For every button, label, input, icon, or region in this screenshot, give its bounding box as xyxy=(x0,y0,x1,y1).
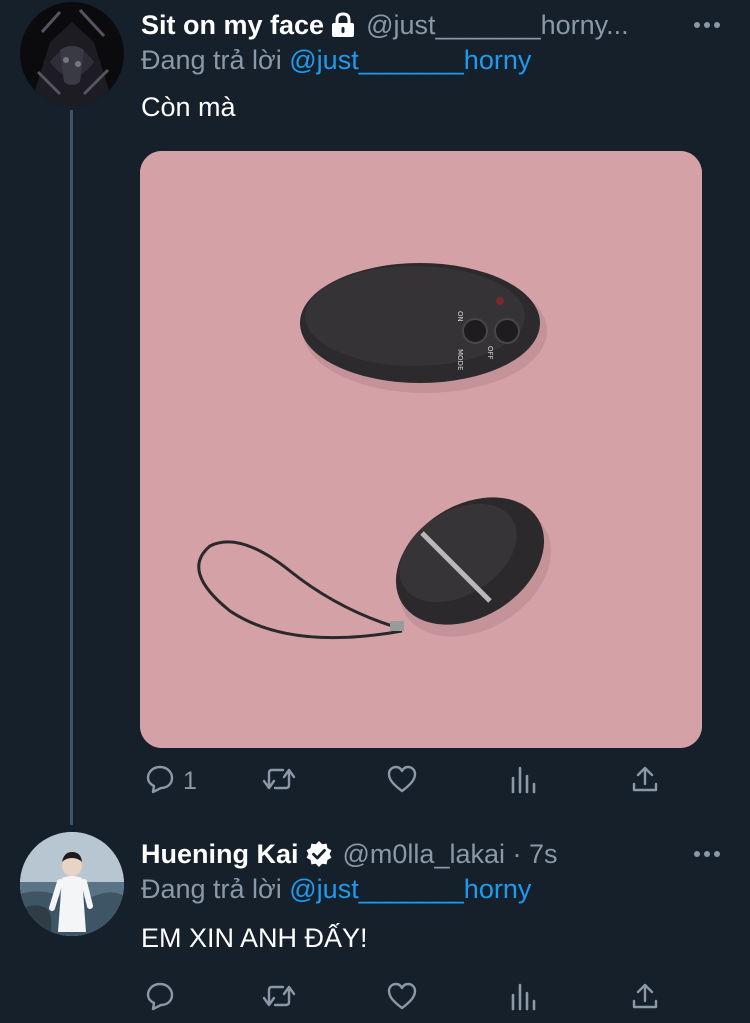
tweet-1[interactable]: Sit on my face @just_______horny... Đang… xyxy=(0,0,750,825)
reply-button[interactable]: 1 xyxy=(145,763,197,799)
tweet-2[interactable]: Huening Kai @m0lla_lakai · 7s Đang trả l… xyxy=(0,825,750,1023)
analytics-icon xyxy=(509,764,537,799)
retweet-button[interactable] xyxy=(261,980,297,1016)
replying-to-label: Đang trả lời xyxy=(141,874,290,904)
tweet-text: EM XIN ANH ĐẤY! xyxy=(141,923,368,953)
retweet-button[interactable] xyxy=(261,763,297,799)
tweet-header: Sit on my face @just_______horny... xyxy=(141,8,629,42)
avatar-image xyxy=(20,832,124,936)
reply-button[interactable] xyxy=(145,980,183,1016)
lock-icon xyxy=(330,12,356,38)
verified-icon xyxy=(305,840,333,868)
more-icon[interactable] xyxy=(694,837,720,871)
replying-to: Đang trả lời @just_______horny xyxy=(141,45,531,76)
reply-icon xyxy=(145,764,175,799)
like-icon xyxy=(386,764,418,799)
display-name[interactable]: Sit on my face xyxy=(141,10,324,41)
reply-count: 1 xyxy=(183,766,197,795)
analytics-icon xyxy=(509,981,537,1016)
like-icon xyxy=(386,981,418,1016)
tweet-media-image[interactable]: ON MODE OFF xyxy=(140,151,702,748)
reply-mention-link[interactable]: @just_______horny xyxy=(289,45,531,75)
share-button[interactable] xyxy=(631,763,659,799)
retweet-icon xyxy=(261,764,297,799)
reply-icon xyxy=(145,981,175,1016)
tweet-text: Còn mà xyxy=(141,92,236,122)
avatar-image xyxy=(20,2,124,106)
replying-to-label: Đang trả lời xyxy=(141,45,290,75)
svg-text:ON: ON xyxy=(456,311,464,322)
replying-to: Đang trả lời @just_______horny xyxy=(141,874,531,905)
tweet-header: Huening Kai @m0lla_lakai · 7s xyxy=(141,837,558,871)
retweet-icon xyxy=(261,981,297,1016)
svg-text:OFF: OFF xyxy=(486,346,494,360)
product-photo: ON MODE OFF xyxy=(140,151,702,748)
share-icon xyxy=(631,981,659,1016)
avatar[interactable] xyxy=(20,832,124,936)
display-name[interactable]: Huening Kai xyxy=(141,839,299,870)
like-button[interactable] xyxy=(386,980,418,1016)
avatar[interactable] xyxy=(20,2,124,106)
analytics-button[interactable] xyxy=(509,980,537,1016)
analytics-button[interactable] xyxy=(509,763,537,799)
share-icon xyxy=(631,764,659,799)
svg-text:MODE: MODE xyxy=(456,349,464,370)
like-button[interactable] xyxy=(386,763,418,799)
tweet-actions: 1 xyxy=(141,763,681,799)
handle[interactable]: @just_______horny... xyxy=(366,10,629,41)
more-icon[interactable] xyxy=(694,8,720,42)
handle[interactable]: @m0lla_lakai · 7s xyxy=(343,839,558,870)
reply-mention-link[interactable]: @just_______horny xyxy=(289,874,531,904)
timeline: Sit on my face @just_______horny... Đang… xyxy=(0,0,750,1023)
tweet-actions xyxy=(141,980,681,1016)
share-button[interactable] xyxy=(631,980,659,1016)
